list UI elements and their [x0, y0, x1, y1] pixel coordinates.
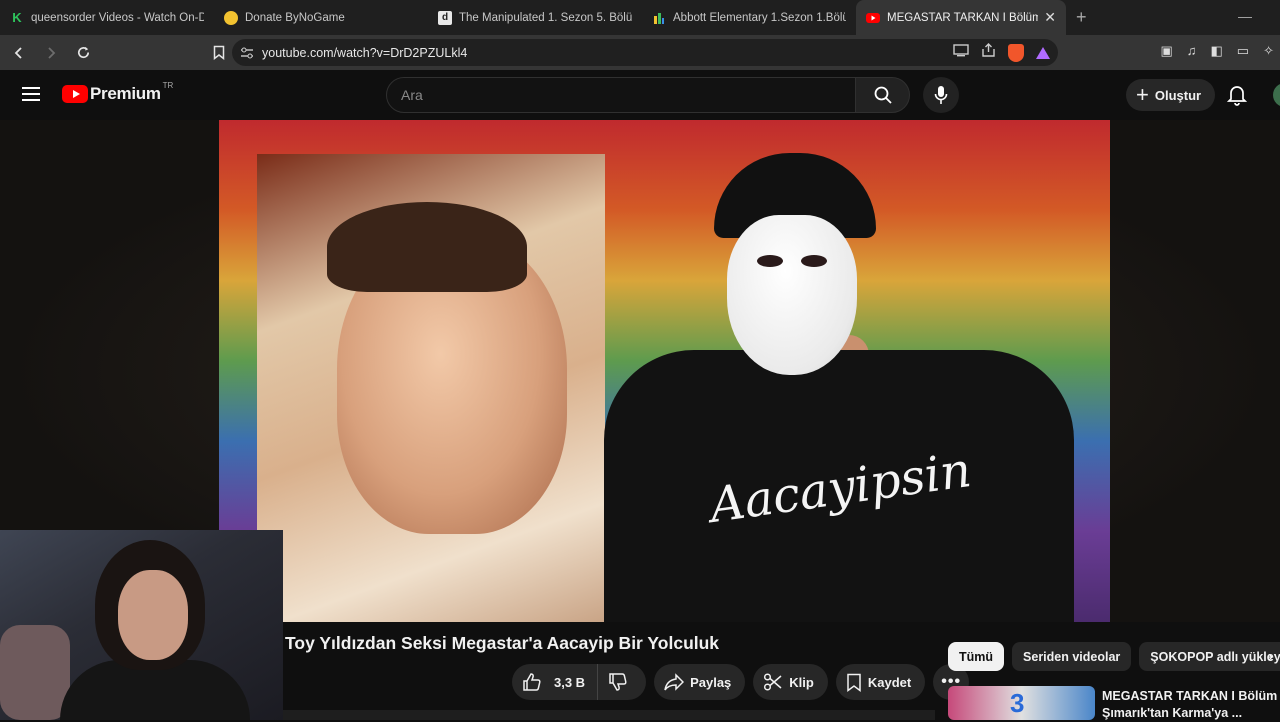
notifications-bell-icon[interactable]: [1226, 84, 1248, 111]
wallet-icon[interactable]: ▭: [1237, 43, 1249, 59]
chip-series-videos[interactable]: Seriden videolar: [1012, 642, 1132, 671]
voice-search-button[interactable]: [923, 77, 959, 113]
reload-icon: [77, 46, 89, 59]
thumbs-up-icon: [523, 673, 541, 691]
mask-eye: [757, 255, 783, 267]
share-arrow-icon: [664, 673, 685, 691]
clip-label: Klip: [789, 674, 814, 690]
browser-tab[interactable]: d The Manipulated 1. Sezon 5. Bölüm İz: [428, 0, 642, 35]
create-button[interactable]: + Oluştur: [1126, 79, 1216, 111]
search-box: [386, 77, 856, 113]
related-chips: Tümü Seriden videolar ŞOKOPOP adlı yükle…: [948, 642, 1280, 671]
search-input[interactable]: [401, 87, 855, 103]
brave-shield-icon[interactable]: [1008, 43, 1024, 62]
recommended-video[interactable]: 3 MEGASTAR TARKAN I Bölüm 3 I Şımarık'ta…: [948, 686, 1280, 720]
microphone-icon: [934, 86, 948, 104]
close-tab-icon[interactable]: ✕: [1044, 9, 1056, 26]
thumbnail-number: 3: [1010, 688, 1025, 718]
video-player[interactable]: Aacayipsin: [219, 120, 1110, 622]
address-bar[interactable]: youtube.com/watch?v=DrD2PZULkl4: [232, 39, 1058, 66]
recommended-thumbnail[interactable]: 3: [948, 686, 1095, 720]
browser-tab-title: The Manipulated 1. Sezon 5. Bölüm İz: [459, 11, 632, 24]
forward-arrow-icon: [48, 46, 56, 59]
presenter-mask: [727, 215, 857, 375]
recommended-title[interactable]: MEGASTAR TARKAN I Bölüm 3 I Şımarık'tan …: [1102, 688, 1280, 722]
like-dislike-group: 3,3 B: [512, 664, 647, 700]
video-actions: 3,3 B Paylaş Klip Kaydet •••: [512, 664, 970, 700]
new-tab-button[interactable]: +: [1076, 7, 1087, 28]
like-count: 3,3 B: [554, 674, 586, 690]
back-button[interactable]: [6, 40, 32, 66]
webcam-pillow: [0, 625, 70, 720]
browser-tab-title: Donate ByNoGame: [245, 11, 345, 24]
dislike-button[interactable]: [598, 664, 646, 700]
browser-tab-title: MEGASTAR TARKAN I Bölüm 2 I: [887, 11, 1039, 24]
sidebar-icon[interactable]: ◧: [1211, 43, 1223, 59]
description-box-edge: [283, 710, 935, 720]
scissors-icon: [764, 673, 782, 691]
browser-tab-title: Abbott Elementary 1.Sezon 1.Bölüm: [673, 11, 846, 24]
video-title: Toy Yıldızdan Seksi Megastar'a Aacayip B…: [285, 633, 720, 653]
save-label: Kaydet: [867, 674, 912, 690]
browser-tab[interactable]: Donate ByNoGame: [214, 0, 428, 35]
menu-icon[interactable]: [22, 87, 40, 101]
share-label: Paylaş: [690, 674, 732, 690]
minimize-window-button[interactable]: —: [1238, 8, 1252, 24]
browser-tab-title: queensorder Videos - Watch On-Dem: [31, 11, 204, 24]
k-icon: K: [12, 10, 22, 25]
bars-icon: [652, 11, 666, 25]
search-button[interactable]: [855, 77, 910, 113]
logo-text: Premium: [90, 84, 161, 103]
youtube-header: Premium TR + Oluştur: [0, 70, 1280, 120]
music-icon[interactable]: ♫: [1187, 43, 1197, 59]
recommended-title-line: Şımarık'tan Karma'ya ...: [1102, 706, 1243, 720]
chevron-right-icon[interactable]: ›: [1268, 648, 1273, 665]
bookmark-button[interactable]: [206, 40, 232, 66]
video-frame-poster: [257, 154, 605, 622]
webcam-face: [118, 570, 188, 660]
d-icon: d: [438, 10, 452, 25]
browser-extensions: ▣ ♫ ◧ ▭ ✧: [1160, 43, 1274, 59]
poster-hair: [327, 202, 527, 292]
brave-rewards-icon[interactable]: [1036, 46, 1050, 59]
recommended-title-line: MEGASTAR TARKAN I Bölüm 3 I: [1102, 689, 1280, 703]
search-icon: [874, 86, 892, 104]
youtube-icon: [866, 11, 880, 25]
save-bookmark-icon: [847, 673, 861, 692]
ai-icon[interactable]: ✧: [1263, 43, 1274, 59]
browser-tab[interactable]: K queensorder Videos - Watch On-Dem: [0, 0, 214, 35]
chip-uploader[interactable]: ŞOKOPOP adlı yükley: [1139, 642, 1280, 671]
browser-tab-strip: K queensorder Videos - Watch On-Dem Dona…: [0, 0, 1280, 35]
plus-icon: +: [1136, 82, 1149, 107]
url-text: youtube.com/watch?v=DrD2PZULkl4: [262, 45, 468, 60]
bookmark-icon: [213, 45, 225, 60]
forward-button[interactable]: [38, 40, 64, 66]
site-settings-icon[interactable]: [232, 47, 262, 59]
cast-icon[interactable]: [953, 43, 969, 62]
reload-button[interactable]: [70, 40, 96, 66]
back-arrow-icon: [14, 46, 22, 59]
browser-tab[interactable]: Abbott Elementary 1.Sezon 1.Bölüm: [642, 0, 856, 35]
screenshot-icon[interactable]: ▣: [1160, 43, 1172, 59]
youtube-play-icon: [62, 85, 88, 103]
thumbs-down-icon: [609, 673, 627, 691]
like-button[interactable]: 3,3 B: [512, 664, 599, 700]
browser-tab-active[interactable]: MEGASTAR TARKAN I Bölüm 2 I ✕: [856, 0, 1066, 35]
clip-button[interactable]: Klip: [753, 664, 828, 700]
share-page-icon[interactable]: [981, 43, 996, 62]
youtube-premium-logo[interactable]: Premium TR: [62, 80, 174, 104]
create-label: Oluştur: [1154, 87, 1202, 103]
webcam-overlay: [0, 530, 283, 720]
share-button[interactable]: Paylaş: [654, 664, 746, 700]
chip-all[interactable]: Tümü: [948, 642, 1005, 671]
browser-toolbar: youtube.com/watch?v=DrD2PZULkl4 ▣ ♫ ◧ ▭ …: [0, 35, 1280, 70]
mask-eye: [801, 255, 827, 267]
country-code: TR: [162, 80, 174, 90]
bynogame-icon: [224, 10, 238, 25]
avatar[interactable]: [1273, 83, 1280, 107]
save-button[interactable]: Kaydet: [835, 664, 926, 700]
